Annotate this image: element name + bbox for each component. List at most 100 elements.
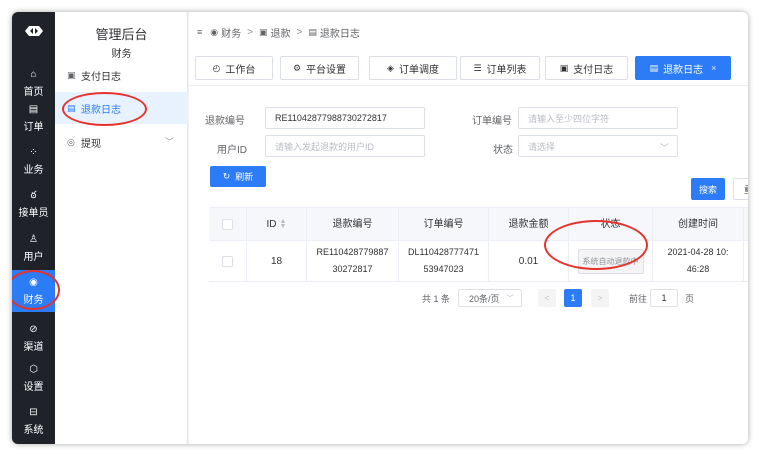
sidebar-item-withdraw[interactable]: ◎ 提现 ﹀ [55, 126, 188, 158]
sidebar-title: 管理后台 [95, 27, 148, 42]
goto-page-input[interactable]: 1 [650, 289, 678, 307]
nav-settings[interactable]: ⬡ 设置 [12, 357, 55, 399]
prev-page-button[interactable]: < [538, 289, 556, 307]
header-amount: 退款金额 [489, 208, 569, 240]
tab-label: 退款日志 [663, 64, 704, 76]
nav-settings-label: 设置 [23, 381, 44, 393]
log-icon: ▣ [559, 62, 569, 73]
tab-label: 支付日志 [573, 64, 614, 76]
main-content: ≡ ◉ 财务 > ▣ 退款 > ▤ 退款日志 ◴ 工作台 ⚙ 平台设置 ◈ 订单… [189, 12, 748, 444]
header-id[interactable]: ID ▲ ▼ [247, 208, 307, 240]
status-label: 状态 [493, 145, 513, 156]
nav-system[interactable]: ⊟ 系统 [12, 400, 55, 442]
cell-order-no: DL110428777471 53947023 [399, 241, 489, 281]
finance-icon: ◉ [29, 276, 38, 288]
sort-icon[interactable]: ▲ ▼ [280, 218, 287, 230]
tab-payment-log[interactable]: ▣ 支付日志 [545, 56, 628, 80]
nav-finance-label: 财务 [23, 294, 44, 306]
search-button[interactable]: 搜索 [691, 178, 725, 200]
select-all-cell [209, 208, 247, 240]
gear-icon: ⚙ [292, 62, 302, 73]
list-icon: ▤ [649, 62, 659, 73]
refund-no-input[interactable]: RE11042877988730272817 [265, 107, 425, 129]
close-icon[interactable]: × [711, 63, 716, 73]
app-window: ⌂ 首页 ▤ 订单 ⁘ 业务 ఠ 接单员 ♙ 用户 ◉ 财务 ⊘ 渠道 ⬡ 设置 [12, 12, 748, 444]
sidebar-item-payment-log[interactable]: ▣ 支付日志 [55, 59, 188, 91]
order-no-input[interactable]: 请输入至少四位字符 [518, 107, 678, 129]
clock-icon: ◴ [212, 62, 221, 73]
page-size-select[interactable]: 20条/页 ﹀ [458, 289, 522, 307]
finance-icon: ◉ [210, 26, 219, 37]
list-icon: ☰ [473, 62, 482, 73]
settings-icon: ⬡ [29, 363, 38, 375]
table-header: ID ▲ ▼ 退款编号 订单编号 退款金额 状态 创建时间 [209, 208, 748, 241]
nav-system-label: 系统 [23, 424, 44, 436]
refund-no-label: 退款编号 [205, 116, 245, 127]
breadcrumb: ≡ ◉ 财务 > ▣ 退款 > ▤ 退款日志 [197, 24, 360, 40]
refresh-icon: ↻ [222, 171, 231, 181]
breadcrumb-separator: > [296, 26, 303, 38]
header-order-no: 订单编号 [399, 208, 489, 240]
withdraw-icon: ◎ [67, 136, 75, 147]
refund-table: ID ▲ ▼ 退款编号 订单编号 退款金额 状态 创建时间 18 RE110428… [209, 207, 748, 282]
tab-label: 平台设置 [306, 64, 347, 76]
nav-order[interactable]: ▤ 订单 [12, 97, 55, 139]
cell-id: 18 [247, 241, 307, 281]
nav-home-label: 首页 [23, 86, 44, 98]
tab-label: 订单列表 [486, 64, 527, 76]
tab-refund-log[interactable]: ▤ 退款日志 × [635, 56, 731, 80]
row-select-cell [209, 241, 247, 281]
goto-label: 前往 [629, 293, 648, 304]
next-page-button[interactable]: > [591, 289, 609, 307]
sidebar-subtitle: 财务 [111, 49, 132, 60]
system-icon: ⊟ [29, 406, 38, 418]
breadcrumb-item-finance[interactable]: 财务 [221, 25, 241, 40]
user-icon: ♙ [29, 233, 38, 245]
tab-platform-settings[interactable]: ⚙ 平台设置 [280, 56, 359, 80]
tabs-bar: ◴ 工作台 ⚙ 平台设置 ◈ 订单调度 ☰ 订单列表 ▣ 支付日志 ▤ 退款日志 [189, 50, 748, 86]
cell-amount: 0.01 [489, 241, 569, 281]
tab-order-dispatch[interactable]: ◈ 订单调度 [369, 56, 457, 80]
tab-order-list[interactable]: ☰ 订单列表 [460, 56, 540, 80]
tab-label: 工作台 [225, 64, 256, 76]
reset-button[interactable]: 重置 [733, 178, 748, 200]
order-icon: ▤ [28, 103, 39, 115]
nav-business[interactable]: ⁘ 业务 [12, 140, 55, 182]
home-icon: ⌂ [30, 68, 37, 80]
nav-business-label: 业务 [23, 164, 44, 176]
page-unit-label: 页 [685, 293, 695, 304]
chevron-down-icon: ﹀ [164, 137, 174, 147]
sidebar-item-refund-log[interactable]: ▤ 退款日志 [55, 92, 188, 124]
user-id-input[interactable]: 请输入发起退款的用户ID [265, 135, 425, 157]
sidebar-item-label: 提现 [81, 138, 101, 150]
page-1-button[interactable]: 1 [564, 289, 582, 307]
sidebar-item-label: 退款日志 [81, 104, 121, 116]
channel-icon: ⊘ [29, 323, 38, 335]
list-icon: ▤ [67, 102, 76, 113]
nav-channel[interactable]: ⊘ 渠道 [12, 317, 55, 359]
sidebar-item-label: 支付日志 [81, 71, 121, 83]
breadcrumb-item-refund[interactable]: 退款 [270, 25, 290, 40]
row-checkbox[interactable] [222, 255, 233, 267]
nav-order-label: 订单 [23, 121, 44, 133]
table-row[interactable]: 18 RE110428779887 30272817 DL11042877747… [209, 241, 748, 282]
dispatch-icon: ◈ [387, 62, 394, 73]
log-icon: ▣ [258, 26, 268, 37]
nav-finance[interactable]: ◉ 财务 [12, 270, 55, 312]
status-select[interactable]: 请选择 ﹀ [518, 135, 678, 157]
select-all-checkbox[interactable] [222, 218, 233, 230]
cell-created: 2021-04-28 10: 46:28 [653, 241, 744, 281]
breadcrumb-item-refund-log: 退款日志 [319, 28, 360, 40]
status-badge: 系统自动退款中 [577, 248, 644, 274]
bike-icon: ఠ [30, 189, 37, 201]
chevron-down-icon: ﹀ [659, 143, 669, 153]
cell-refund-no: RE110428779887 30272817 [307, 241, 399, 281]
nav-user-label: 用户 [23, 251, 44, 263]
nav-courier[interactable]: ఠ 接单员 [12, 183, 55, 225]
tab-workbench[interactable]: ◴ 工作台 [195, 56, 273, 80]
menu-toggle-icon[interactable]: ≡ [197, 27, 202, 37]
nav-channel-label: 渠道 [23, 341, 44, 353]
nav-user[interactable]: ♙ 用户 [12, 227, 55, 269]
status-select-placeholder: 请选择 [528, 141, 556, 152]
refresh-button[interactable]: ↻ 刷新 [210, 166, 266, 187]
